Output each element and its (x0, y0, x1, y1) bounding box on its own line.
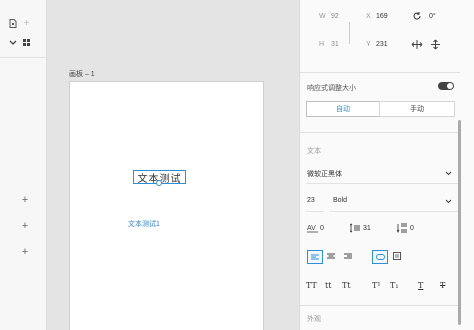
underline (306, 211, 324, 212)
width-label: W (319, 13, 326, 20)
toolbar-divider (0, 57, 46, 58)
responsive-resize-toggle[interactable] (438, 82, 454, 90)
design-canvas[interactable]: 画板 – 1 文本测试 文本测试1 (47, 0, 298, 330)
text-layer[interactable]: 文本测试1 (128, 219, 160, 229)
divider (300, 305, 460, 306)
divider (300, 72, 460, 73)
lock-aspect-icon[interactable] (349, 22, 350, 44)
character-spacing-input[interactable]: 0 (320, 225, 324, 232)
underline (306, 183, 458, 184)
fixed-size-button[interactable] (390, 250, 404, 262)
properties-panel: W 92 X 169 0° H 31 Y 231 响应式调整大小 自动 手动 文… (299, 0, 474, 330)
line-spacing-icon (349, 223, 360, 235)
character-spacing-icon: AV (307, 223, 318, 235)
left-toolbar: + + + + (0, 0, 47, 330)
auto-button[interactable]: 自动 (306, 101, 379, 117)
x-label: X (366, 13, 371, 20)
x-input[interactable]: 169 (376, 13, 388, 20)
underline-button[interactable]: T (418, 281, 423, 290)
artboard[interactable] (69, 81, 264, 330)
y-label: Y (366, 41, 371, 48)
auto-width-button[interactable] (372, 250, 388, 264)
superscript-button[interactable]: T¹ (372, 281, 381, 290)
paragraph-spacing-icon (396, 223, 407, 235)
align-right-button[interactable] (341, 250, 355, 262)
selection-handle[interactable] (156, 180, 162, 186)
strikethrough-button[interactable]: T (440, 281, 445, 290)
page-icon[interactable] (8, 19, 17, 28)
divider (300, 132, 460, 133)
lowercase-button[interactable]: tt (325, 281, 331, 290)
height-label: H (319, 41, 325, 48)
paragraph-spacing-input[interactable]: 0 (410, 225, 414, 232)
subscript-button[interactable]: T₁ (390, 281, 399, 290)
title-case-button[interactable]: Tt (342, 281, 351, 290)
add-icon[interactable]: + (22, 18, 31, 29)
responsive-resize-label: 响应式调整大小 (307, 85, 356, 92)
grid-icon[interactable] (22, 38, 31, 47)
align-center-button[interactable] (324, 250, 338, 262)
add-icon[interactable]: + (20, 221, 30, 232)
width-input[interactable]: 92 (331, 13, 339, 20)
add-icon[interactable]: + (20, 247, 30, 258)
artboard-label[interactable]: 画板 – 1 (69, 69, 95, 79)
y-input[interactable]: 231 (376, 41, 388, 48)
font-weight-select[interactable]: Bold (333, 197, 347, 204)
chevron-down-icon[interactable] (445, 171, 452, 178)
font-family-select[interactable]: 微软正黑体 (307, 169, 342, 179)
height-input[interactable]: 31 (331, 41, 339, 48)
flip-horizontal-icon[interactable] (411, 40, 423, 49)
manual-button[interactable]: 手动 (379, 101, 455, 117)
flip-vertical-icon[interactable] (431, 39, 440, 50)
all-caps-button[interactable]: TT (306, 281, 317, 290)
chevron-down-icon[interactable] (8, 38, 17, 47)
rotate-icon[interactable] (412, 11, 422, 21)
line-spacing-input[interactable]: 31 (363, 225, 371, 232)
underline (330, 211, 458, 212)
font-size-input[interactable]: 23 (307, 197, 315, 204)
add-icon[interactable]: + (20, 195, 30, 206)
svg-text:AV: AV (307, 225, 316, 232)
appearance-section-label: 外观 (307, 316, 321, 323)
text-section-label: 文本 (307, 148, 321, 155)
chevron-down-icon[interactable] (445, 199, 452, 206)
panel-scrollbar[interactable] (458, 120, 461, 325)
align-left-button[interactable] (307, 250, 323, 264)
rotation-input[interactable]: 0° (429, 13, 436, 20)
